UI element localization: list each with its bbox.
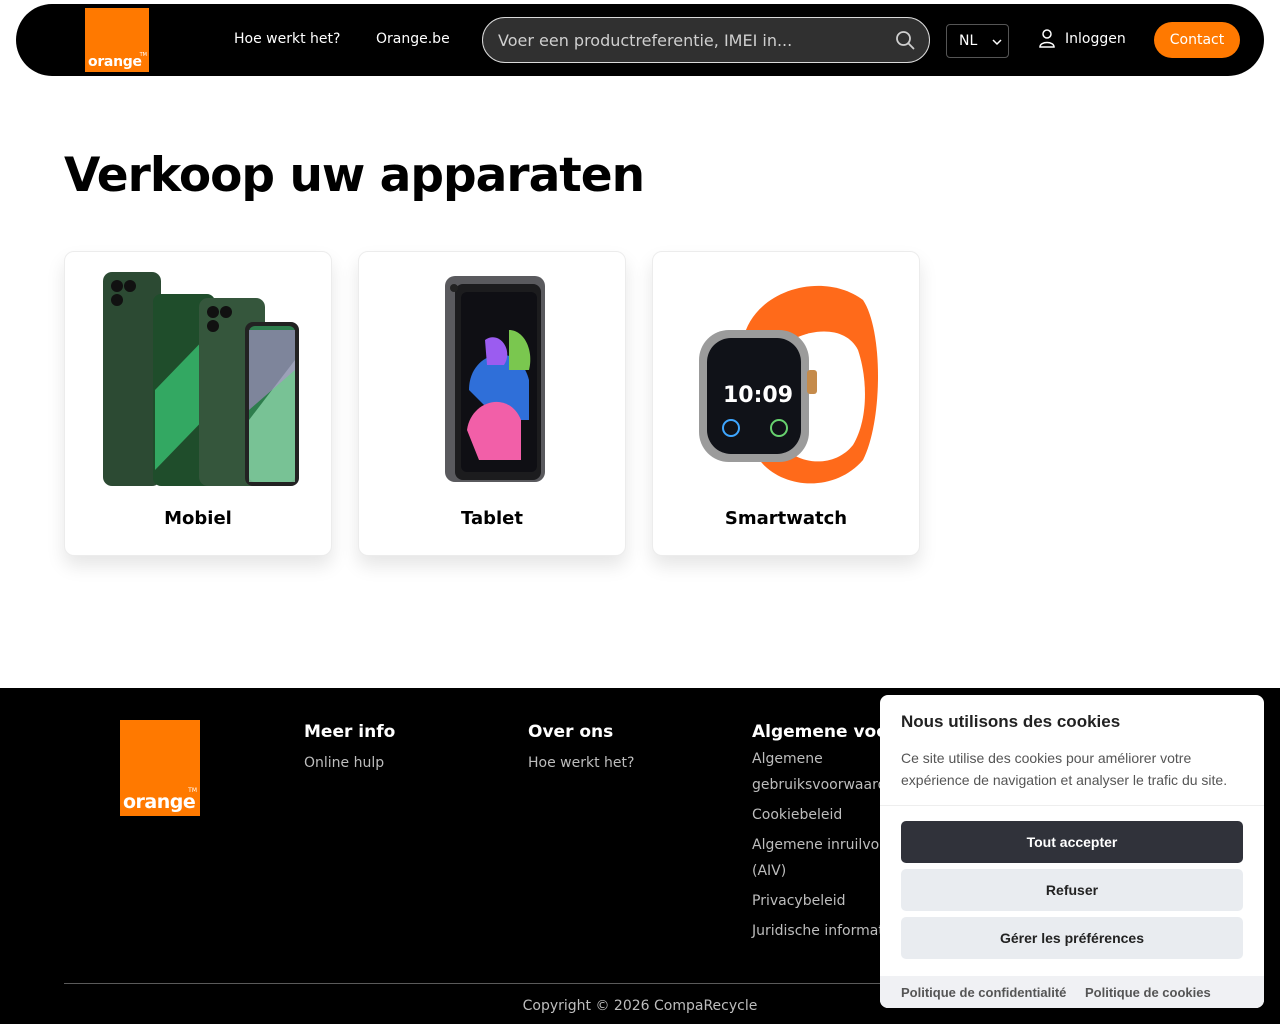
user-icon (1039, 29, 1055, 48)
category-card-mobiel[interactable]: Mobiel (64, 251, 332, 556)
footer-link-gebruiksvoorwaarden[interactable]: Algemene gebruiksvoorwaarden (752, 746, 904, 798)
page-title: Verkoop uw apparaten (64, 148, 645, 203)
cookie-banner: Nous utilisons des cookies Ce site utili… (880, 695, 1264, 1008)
category-card-tablet[interactable]: Tablet (358, 251, 626, 556)
card-label-tablet: Tablet (461, 508, 523, 529)
logo-trademark: TM (139, 52, 147, 58)
footer-heading: Over ons (528, 722, 614, 742)
chevron-down-icon (992, 39, 1002, 46)
cookie-title: Nous utilisons des cookies (901, 712, 1121, 731)
footer-col-over-ons: Over ons Hoe werkt het? (528, 722, 728, 776)
logo-text: orange (88, 54, 142, 70)
tablet-image (445, 276, 545, 482)
search-bar[interactable] (482, 17, 930, 63)
language-select[interactable]: NL (946, 24, 1009, 58)
footer-col-meer-info: Meer info Online hulp (304, 722, 504, 776)
footer-link-inruilvoorwaarden[interactable]: Algemene inruilvo (AIV) (752, 832, 892, 884)
cookie-policy-link[interactable]: Politique de cookies (1085, 985, 1211, 1000)
cookie-footer: Politique de confidentialité Politique d… (880, 976, 1264, 1008)
footer-col-algemene-voorwaarden: Algemene voorw Algemene gebruiksvoorwaar… (752, 722, 913, 944)
nav-hoe-werkt-het[interactable]: Hoe werkt het? (234, 31, 340, 47)
footer-logo-trademark: TM (188, 787, 197, 794)
nav-orange-be[interactable]: Orange.be (376, 31, 450, 47)
privacy-policy-link[interactable]: Politique de confidentialité (901, 985, 1066, 1000)
smartwatch-image: 10:09 (699, 285, 878, 484)
accept-all-button[interactable]: Tout accepter (901, 821, 1243, 863)
footer-orange-logo[interactable]: orange TM (120, 720, 200, 816)
footer-link-online-hulp[interactable]: Online hulp (304, 750, 504, 776)
footer-heading: Meer info (304, 722, 396, 742)
cookie-divider (880, 805, 1264, 806)
card-label-mobiel: Mobiel (164, 508, 232, 529)
login-label: Inloggen (1065, 31, 1126, 47)
cookie-description: Ce site utilise des cookies pour amélior… (901, 750, 1228, 788)
refuse-button[interactable]: Refuser (901, 869, 1243, 911)
svg-text:10:09: 10:09 (723, 383, 793, 408)
footer-link-juridische-informatie[interactable]: Juridische informat (752, 918, 892, 944)
footer-logo-text: orange (123, 791, 196, 813)
footer-link-privacybeleid[interactable]: Privacybeleid (752, 888, 892, 914)
search-icon[interactable] (895, 30, 915, 50)
language-value: NL (959, 33, 978, 49)
card-label-smartwatch: Smartwatch (724, 508, 848, 529)
search-input[interactable] (498, 28, 878, 52)
top-header: orange TM Hoe werkt het? Orange.be NL In… (16, 4, 1264, 76)
footer-link-cookiebeleid[interactable]: Cookiebeleid (752, 802, 892, 828)
contact-button[interactable]: Contact (1154, 22, 1240, 58)
footer-link-hoe-werkt-het[interactable]: Hoe werkt het? (528, 750, 728, 776)
category-card-smartwatch[interactable]: 10:09 Smartwatch (652, 251, 920, 556)
footer-heading: Algemene voorw (752, 722, 913, 742)
phone-image (103, 272, 299, 486)
manage-preferences-button[interactable]: Gérer les préférences (901, 917, 1243, 959)
orange-logo[interactable]: orange TM (85, 8, 149, 72)
